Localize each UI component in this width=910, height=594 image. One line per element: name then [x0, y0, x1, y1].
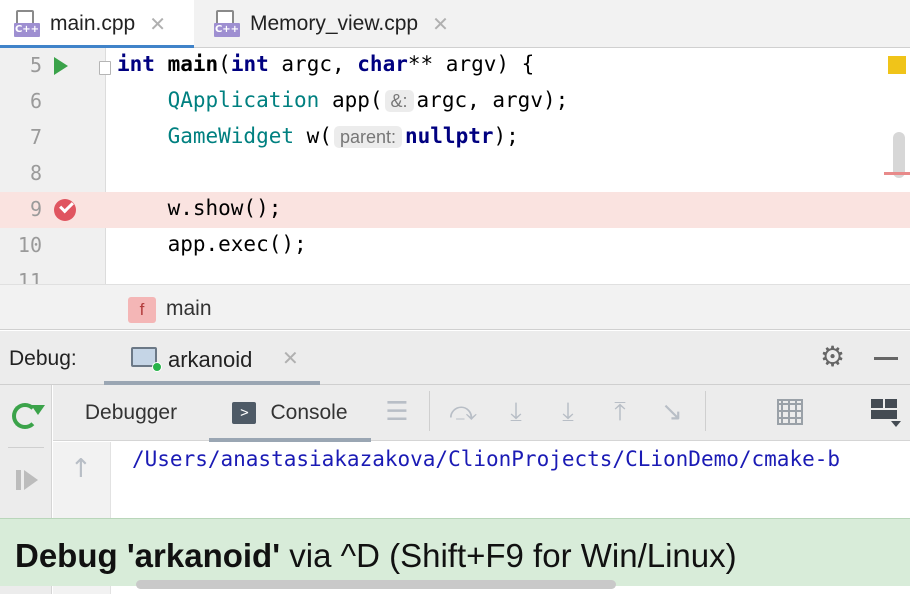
- line-number: 5: [29, 53, 42, 77]
- line-number: 11: [17, 269, 42, 284]
- line-number: 8: [29, 161, 42, 185]
- close-icon[interactable]: ✕: [282, 346, 299, 371]
- tab-debugger[interactable]: Debugger: [53, 385, 209, 441]
- toolbar-separator: [8, 447, 44, 448]
- tab-main-cpp[interactable]: C++ main.cpp ✕: [0, 0, 194, 49]
- line-number: 6: [29, 89, 42, 113]
- close-icon[interactable]: ✕: [149, 12, 166, 37]
- code-line[interactable]: 6 QApplication app(&: argc, argv);: [0, 84, 910, 120]
- debug-tool-window-header: Debug: arkanoid ✕ ⚙: [0, 331, 910, 385]
- debug-session-tab[interactable]: arkanoid ✕: [104, 331, 320, 385]
- running-indicator: [152, 362, 162, 372]
- code-text: int main(int argc, char** argv) {: [117, 52, 535, 76]
- code-line[interactable]: 8: [0, 156, 910, 192]
- breadcrumb-item-main[interactable]: main: [166, 297, 212, 321]
- step-into-icon[interactable]: ⤓: [502, 397, 530, 427]
- cpp-file-icon: C++: [214, 10, 240, 38]
- tab-memory-view-cpp[interactable]: C++ Memory_view.cpp ✕: [212, 0, 482, 48]
- line-number: 7: [29, 125, 42, 149]
- session-label: arkanoid: [168, 347, 253, 372]
- cpp-badge: C++: [214, 23, 240, 37]
- tab-console[interactable]: > Console: [209, 385, 371, 442]
- code-text: app.exec();: [167, 232, 307, 256]
- force-step-into-icon[interactable]: ⤓: [554, 397, 582, 427]
- toolbar-separator: [705, 391, 706, 431]
- layout-settings-icon[interactable]: [871, 399, 897, 421]
- code-text: GameWidget w(parent: nullptr);: [167, 124, 519, 148]
- line-number: 10: [17, 233, 42, 257]
- code-line[interactable]: 7 GameWidget w(parent: nullptr);: [0, 120, 910, 156]
- code-editor[interactable]: 5 int main(int argc, char** argv) { 6 QA…: [0, 48, 910, 284]
- code-text: QApplication app(&: argc, argv);: [167, 88, 569, 112]
- application-icon: [131, 347, 162, 372]
- breakpoint-icon[interactable]: [54, 199, 76, 221]
- breadcrumb: f main: [0, 284, 910, 330]
- code-line[interactable]: 11: [0, 264, 910, 284]
- run-to-cursor-icon[interactable]: ↘: [658, 397, 686, 427]
- close-icon[interactable]: ✕: [432, 12, 449, 37]
- step-over-icon[interactable]: ⤼: [449, 397, 477, 427]
- breakpoint-line[interactable]: 9 w.show();: [0, 192, 910, 228]
- cpp-badge: C++: [14, 23, 40, 37]
- warning-marker-icon[interactable]: [888, 56, 906, 74]
- tab-label: Memory_view.cpp: [250, 12, 419, 35]
- parameter-hint: parent:: [333, 126, 402, 148]
- up-arrow-icon[interactable]: ↑: [70, 454, 92, 484]
- shortcut-tooltip-banner: Debug 'arkanoid' via ^D (Shift+F9 for Wi…: [0, 518, 910, 586]
- console-icon: >: [232, 402, 257, 424]
- resume-icon[interactable]: [16, 469, 38, 491]
- debug-title: Debug:: [9, 347, 77, 370]
- breakpoint-stripe-marker[interactable]: [884, 172, 910, 175]
- function-icon: f: [128, 297, 156, 323]
- debug-subtabs: Debugger > Console ☰ ⤼ ⤓ ⤓ ⤒ ↘: [53, 385, 910, 442]
- shortcut-tooltip-text: Debug 'arkanoid' via ^D (Shift+F9 for Wi…: [15, 537, 737, 574]
- console-horizontal-scrollbar[interactable]: [136, 580, 616, 589]
- gear-icon[interactable]: ⚙: [820, 343, 845, 371]
- code-line[interactable]: 10 app.exec();: [0, 228, 910, 264]
- run-icon[interactable]: [54, 57, 68, 75]
- editor-tab-bar: C++ main.cpp ✕ C++ Memory_view.cpp ✕: [0, 0, 910, 49]
- minimize-icon[interactable]: [874, 357, 898, 360]
- toolbar-separator: [429, 391, 430, 431]
- tab-label: main.cpp: [50, 12, 136, 35]
- cpp-file-icon: C++: [14, 10, 40, 38]
- evaluate-expression-icon[interactable]: [777, 399, 803, 425]
- step-out-icon[interactable]: ⤒: [606, 397, 634, 427]
- rerun-icon[interactable]: [12, 403, 38, 429]
- parameter-hint: &:: [384, 90, 414, 112]
- chevron-down-icon[interactable]: [891, 421, 901, 427]
- list-icon[interactable]: ☰: [383, 397, 411, 427]
- code-text: w.show();: [167, 196, 282, 220]
- code-line[interactable]: 5 int main(int argc, char** argv) {: [0, 48, 910, 84]
- fold-icon[interactable]: [99, 61, 111, 75]
- line-number: 9: [29, 197, 42, 221]
- console-output-line[interactable]: /Users/anastasiakazakova/ClionProjects/C…: [132, 447, 840, 471]
